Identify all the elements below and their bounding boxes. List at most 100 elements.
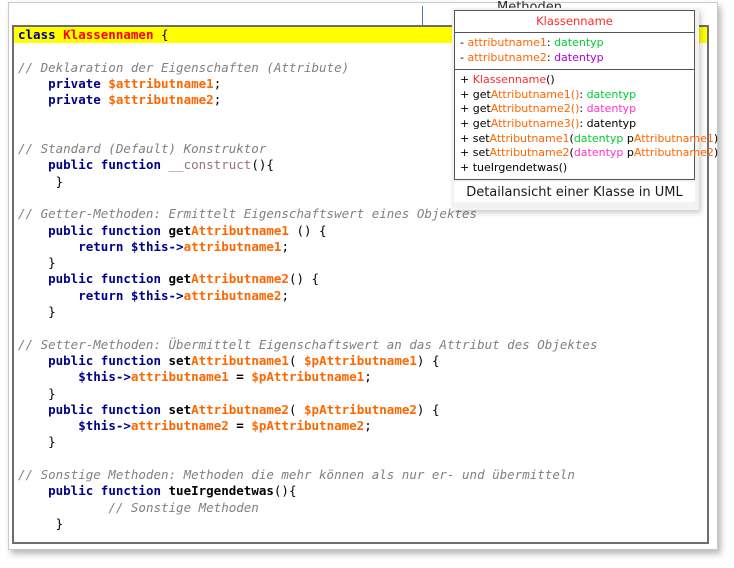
code-token: } [18,434,56,450]
code-token: $this-> [78,418,131,434]
code-token: public function [48,401,169,417]
code-token: } [18,385,56,401]
uml-token: + [460,73,473,87]
code-token: return [78,238,131,254]
code-token: } [18,255,56,271]
code-line[interactable]: return $this->attributname2; [14,288,707,304]
code-token: public function [48,157,169,173]
code-line[interactable]: } [14,255,707,271]
uml-token: Attributname1() [490,87,580,101]
uml-token: : [579,116,587,130]
uml-token: + get [460,102,491,116]
code-token: ; [364,418,372,434]
uml-methods-section: + Klassenname() + getAttributname1(): dat… [455,69,718,179]
code-line[interactable] [14,451,707,467]
uml-token: ) [713,131,719,145]
code-line[interactable]: } [14,304,707,320]
uml-method-row: + setAttributname1(datentyp pAttributnam… [460,131,718,147]
uml-method-row: + getAttributname2(): datentyp [460,102,689,117]
code-token: get [168,222,192,238]
code-token: set [168,352,192,368]
uml-method-row: + getAttributname3(): datentyp [460,117,689,132]
code-token: { [153,27,169,42]
code-line[interactable] [14,532,707,542]
uml-method-row: + setAttributname2(datentyp pAttributnam… [460,146,718,161]
uml-token: datentyp [554,36,604,49]
code-token: private [48,92,109,108]
code-line[interactable]: public function getAttributname1 () { [14,223,707,239]
uml-method-row: + tueIrgendetwas() [460,161,689,176]
uml-method-row: + getAttributname1(): datentyp [460,88,689,103]
code-token: return [78,287,131,303]
code-token: $attributname1 [108,75,214,91]
code-token: public function [48,352,169,368]
code-token: = [228,369,252,385]
uml-token: + tueIrgendetwas() [460,160,568,174]
code-token: () { [288,222,327,238]
code-token: ; [281,287,289,303]
code-token: public function [48,483,169,499]
code-line[interactable]: } [14,516,707,532]
code-line[interactable]: return $this->attributname1; [14,239,707,255]
uml-token: : [546,36,555,49]
uml-attribute-row: - attributname2: datentyp [460,51,689,66]
code-token: attributname1 [130,369,229,385]
code-line[interactable]: $this->attributname2 = $pAttributname2; [14,418,707,434]
code-token: (){ [251,157,274,173]
code-line[interactable]: // Sonstige Methoden [14,500,707,516]
uml-token: datentyp [586,102,637,116]
code-token: $this-> [78,369,131,385]
code-token: $pAttributname2 [251,418,365,434]
code-line[interactable] [14,320,707,336]
code-line[interactable]: public function setAttributname1( $pAttr… [14,353,707,369]
code-token: ; [364,369,372,385]
code-line[interactable]: public function getAttributname2() { [14,271,707,287]
code-token: // Deklaration der Eigenschaften (Attrib… [18,59,350,75]
code-token: } [18,173,64,189]
uml-token: () [546,73,555,87]
uml-token: Attributname1 [633,131,714,145]
code-token: class [18,27,64,42]
code-token: Attributname2 [191,401,289,417]
code-line[interactable]: } [14,386,707,402]
code-line[interactable]: } [14,434,707,450]
uml-token: : [579,87,587,101]
uml-class-box: Klassenname - attributname1: datentyp - a… [454,10,718,181]
code-token: $attributname2 [108,92,214,108]
uml-token: p [623,131,634,145]
code-token: } [18,515,64,531]
code-token: (){ [273,483,297,499]
uml-token: p [623,146,634,160]
code-line[interactable]: // Sonstige Methoden: Methoden die mehr … [14,467,707,483]
code-token: Attributname2 [191,271,289,287]
code-token: // Standard (Default) Konstruktor [18,141,267,157]
uml-token: datentyp [586,116,637,130]
uml-method-row: + Klassenname() [460,73,689,88]
uml-token: datentyp [573,131,624,145]
code-token: set [168,401,192,417]
code-line[interactable]: $this->attributname1 = $pAttributname1; [14,369,707,385]
uml-token: : [579,102,587,116]
uml-token: ) [713,146,719,160]
code-line[interactable]: public function setAttributname2( $pAttr… [14,402,707,418]
uml-token: + set [460,131,490,145]
uml-caption: Detailansicht einer Klasse in UML [454,182,695,203]
uml-attributes-section: - attributname1: datentyp - attributname2… [455,32,694,69]
uml-class-title: Klassenname [536,14,613,28]
code-line[interactable]: // Setter-Methoden: Übermittelt Eigensch… [14,337,707,353]
uml-attribute-row: - attributname1: datentyp [460,36,689,51]
code-token: $pAttributname2 [304,401,417,417]
code-token: public function [48,222,169,238]
uml-token: : [546,50,555,64]
code-line[interactable]: public function tueIrgendetwas(){ [14,483,707,499]
uml-class-diagram-overlay: Klassenname - attributname1: datentyp - a… [452,8,718,211]
